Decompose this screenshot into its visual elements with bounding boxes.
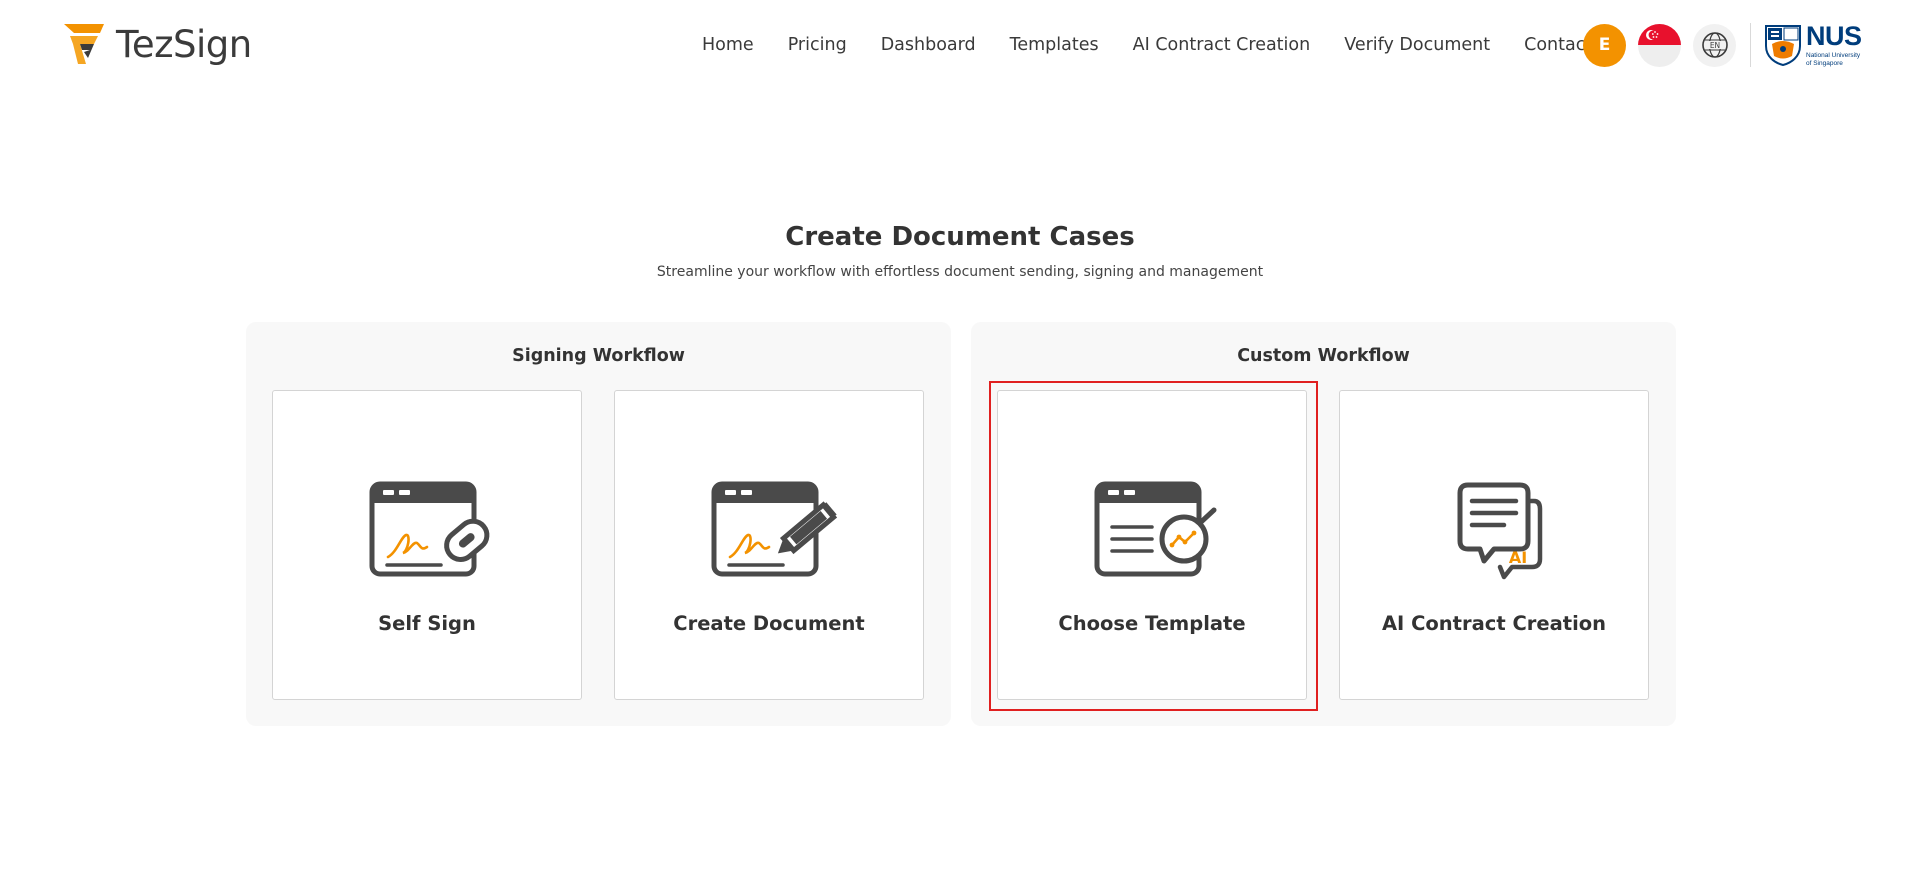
nus-crest-icon xyxy=(1765,25,1801,66)
nus-title: NUS xyxy=(1806,21,1862,52)
card-label: AI Contract Creation xyxy=(1381,612,1607,635)
nav-pricing[interactable]: Pricing xyxy=(771,35,864,55)
card-label: Self Sign xyxy=(378,612,476,635)
nav-verify-document[interactable]: Verify Document xyxy=(1327,35,1507,55)
self-sign-card[interactable]: Self Sign xyxy=(272,390,582,700)
nus-subtitle: National University of Singapore xyxy=(1806,52,1861,67)
nav-templates[interactable]: Templates xyxy=(993,35,1116,55)
brand-name: TezSign xyxy=(116,22,252,66)
brand-logo[interactable]: TezSign xyxy=(64,20,252,68)
header-actions: E EN NUS National University of Singapor… xyxy=(1583,22,1866,68)
self-sign-icon xyxy=(369,481,490,577)
ai-contract-creation-card[interactable]: AI AI Contract Creation xyxy=(1339,390,1649,700)
language-code: EN xyxy=(1709,41,1719,50)
crescent-stars-icon xyxy=(1646,29,1659,40)
nav-home[interactable]: Home xyxy=(685,35,771,55)
choose-template-icon xyxy=(1094,481,1217,577)
panel-title: Signing Workflow xyxy=(512,346,685,366)
create-document-card[interactable]: Create Document xyxy=(614,390,924,700)
globe-icon: EN xyxy=(1701,32,1728,58)
choose-template-card[interactable]: Choose Template xyxy=(997,390,1307,700)
header-divider xyxy=(1750,23,1751,67)
ai-badge: AI xyxy=(1509,548,1527,567)
card-label: Create Document xyxy=(673,612,865,635)
panel-title: Custom Workflow xyxy=(1237,346,1410,366)
signing-workflow-panel: Signing Workflow Self Sign Create Docume… xyxy=(246,322,951,726)
language-selector[interactable]: EN xyxy=(1693,23,1736,67)
ai-contract-icon: AI xyxy=(1457,482,1543,580)
nav-ai-contract-creation[interactable]: AI Contract Creation xyxy=(1116,35,1328,55)
card-label: Choose Template xyxy=(1058,612,1246,635)
main-nav: Home Pricing Dashboard Templates AI Cont… xyxy=(685,28,1609,62)
nus-logo: NUS National University of Singapore xyxy=(1764,22,1866,68)
page-title: Create Document Cases xyxy=(785,222,1135,252)
page-subtitle: Streamline your workflow with effortless… xyxy=(656,264,1264,280)
tezsign-logo-icon xyxy=(64,24,104,64)
custom-workflow-panel: Custom Workflow Choose Template AI AI Co… xyxy=(971,322,1676,726)
create-document-icon xyxy=(711,481,838,577)
top-header: TezSign Home Pricing Dashboard Templates… xyxy=(0,0,1920,90)
singapore-flag-icon[interactable] xyxy=(1638,23,1681,67)
user-avatar[interactable]: E xyxy=(1583,23,1626,67)
nav-dashboard[interactable]: Dashboard xyxy=(864,35,993,55)
